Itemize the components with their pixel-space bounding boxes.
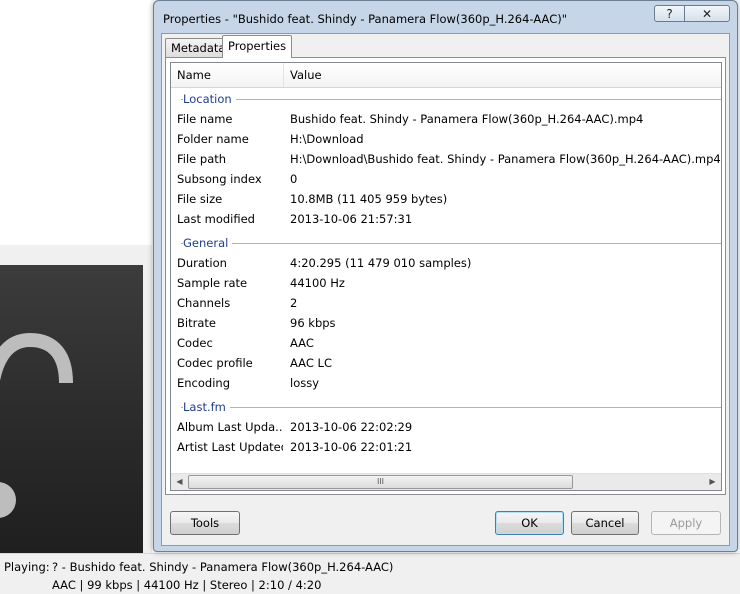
list-item[interactable]: Folder name H:\Download	[171, 129, 721, 149]
property-value: Bushido feat. Shindy - Panamera Flow(360…	[290, 112, 644, 126]
property-name: Folder name	[177, 132, 249, 146]
dialog-titlebar[interactable]: Properties - "Bushido feat. Shindy - Pan…	[154, 1, 737, 33]
property-name: Sample rate	[177, 276, 248, 290]
properties-dialog: Properties - "Bushido feat. Shindy - Pan…	[153, 0, 738, 552]
property-name: Duration	[177, 256, 227, 270]
property-value: AAC LC	[290, 356, 332, 370]
horizontal-scrollbar[interactable]: ◀ III ▶	[171, 473, 721, 490]
group-label: Location	[183, 89, 236, 109]
close-button[interactable]: ✕	[684, 5, 730, 22]
grip-icon: III	[376, 477, 385, 486]
property-name: Bitrate	[177, 316, 216, 330]
list-item[interactable]: Sample rate 44100 Hz	[171, 273, 721, 293]
album-art	[0, 265, 143, 553]
property-name: File size	[177, 192, 223, 206]
player-toolbar-strip	[0, 245, 152, 265]
property-value: 2013-10-06 22:02:29	[290, 420, 413, 434]
group-header-location: Location	[171, 89, 721, 109]
list-item[interactable]: Codec AAC	[171, 333, 721, 353]
group-header-general: General	[171, 233, 721, 253]
dialog-client-area: Metadata Properties Name Value Location …	[161, 33, 730, 546]
property-value: 44100 Hz	[290, 276, 345, 290]
scroll-right-icon[interactable]: ▶	[704, 474, 721, 490]
column-header-name[interactable]: Name	[171, 63, 284, 87]
property-value: AAC	[290, 336, 314, 350]
property-value: H:\Download\Bushido feat. Shindy - Panam…	[290, 152, 721, 166]
group-divider	[181, 407, 721, 408]
property-value: H:\Download	[290, 132, 364, 146]
property-name: Last modified	[177, 212, 255, 226]
list-item[interactable]: File size 10.8MB (11 405 959 bytes)	[171, 189, 721, 209]
list-item[interactable]: File path H:\Download\Bushido feat. Shin…	[171, 149, 721, 169]
list-item[interactable]: Album Last Upda... 2013-10-06 22:02:29	[171, 417, 721, 437]
group-label: General	[183, 233, 233, 253]
property-name: Subsong index	[177, 172, 262, 186]
help-icon: ?	[666, 6, 673, 21]
property-name: Codec	[177, 336, 213, 350]
music-note-icon	[0, 332, 73, 518]
group-header-lastfm: Last.fm	[171, 397, 721, 417]
list-item[interactable]: Bitrate 96 kbps	[171, 313, 721, 333]
ok-button[interactable]: OK	[495, 511, 564, 535]
status-stream-info: AAC | 99 kbps | 44100 Hz | Stereo | 2:10…	[52, 578, 322, 592]
group-divider	[181, 99, 721, 100]
status-track-title: ? - Bushido feat. Shindy - Panamera Flow…	[52, 560, 394, 574]
property-value: 10.8MB (11 405 959 bytes)	[290, 192, 448, 206]
status-playing-label: Playing:	[4, 560, 50, 574]
playlist-area	[0, 0, 152, 245]
list-column-header: Name Value	[171, 63, 721, 88]
list-item[interactable]: Channels 2	[171, 293, 721, 313]
list-item[interactable]: Duration 4:20.295 (11 479 010 samples)	[171, 253, 721, 273]
property-value: 4:20.295 (11 479 010 samples)	[290, 256, 472, 270]
property-value: 2013-10-06 22:01:21	[290, 440, 413, 454]
group-label: Last.fm	[183, 397, 230, 417]
list-item[interactable]: Codec profile AAC LC	[171, 353, 721, 373]
property-name: Artist Last Updated	[177, 440, 283, 454]
property-value: 2013-10-06 21:57:31	[290, 212, 413, 226]
property-name: File path	[177, 152, 227, 166]
close-icon: ✕	[701, 6, 713, 21]
property-name: Channels	[177, 296, 231, 310]
tools-button[interactable]: Tools	[170, 511, 240, 535]
apply-button[interactable]: Apply	[651, 511, 721, 535]
help-button[interactable]: ?	[654, 5, 685, 22]
property-name: Album Last Upda...	[177, 420, 283, 434]
list-rows: Location File name Bushido feat. Shindy …	[171, 89, 721, 457]
list-item[interactable]: Last modified 2013-10-06 21:57:31	[171, 209, 721, 229]
status-bar: Playing: ? - Bushido feat. Shindy - Pana…	[0, 553, 740, 594]
property-name: Encoding	[177, 376, 230, 390]
properties-list[interactable]: Name Value Location File name Bushido fe…	[170, 62, 722, 491]
column-header-value[interactable]: Value	[284, 63, 721, 87]
property-value: 0	[290, 172, 298, 186]
property-value: lossy	[290, 376, 320, 390]
scroll-left-icon[interactable]: ◀	[171, 474, 188, 490]
properties-tab-panel: Name Value Location File name Bushido fe…	[165, 57, 726, 495]
property-name: File name	[177, 112, 233, 126]
list-item[interactable]: Encoding lossy	[171, 373, 721, 393]
list-item[interactable]: File name Bushido feat. Shindy - Panamer…	[171, 109, 721, 129]
dialog-title: Properties - "Bushido feat. Shindy - Pan…	[163, 12, 567, 26]
scrollbar-thumb[interactable]: III	[188, 475, 573, 489]
list-item[interactable]: Artist Last Updated 2013-10-06 22:01:21	[171, 437, 721, 457]
list-item[interactable]: Subsong index 0	[171, 169, 721, 189]
property-name: Codec profile	[177, 356, 253, 370]
group-divider	[181, 243, 721, 244]
property-value: 2	[290, 296, 298, 310]
tab-properties[interactable]: Properties	[222, 35, 293, 58]
cancel-button[interactable]: Cancel	[571, 511, 639, 535]
art-border	[143, 265, 152, 553]
property-value: 96 kbps	[290, 316, 336, 330]
